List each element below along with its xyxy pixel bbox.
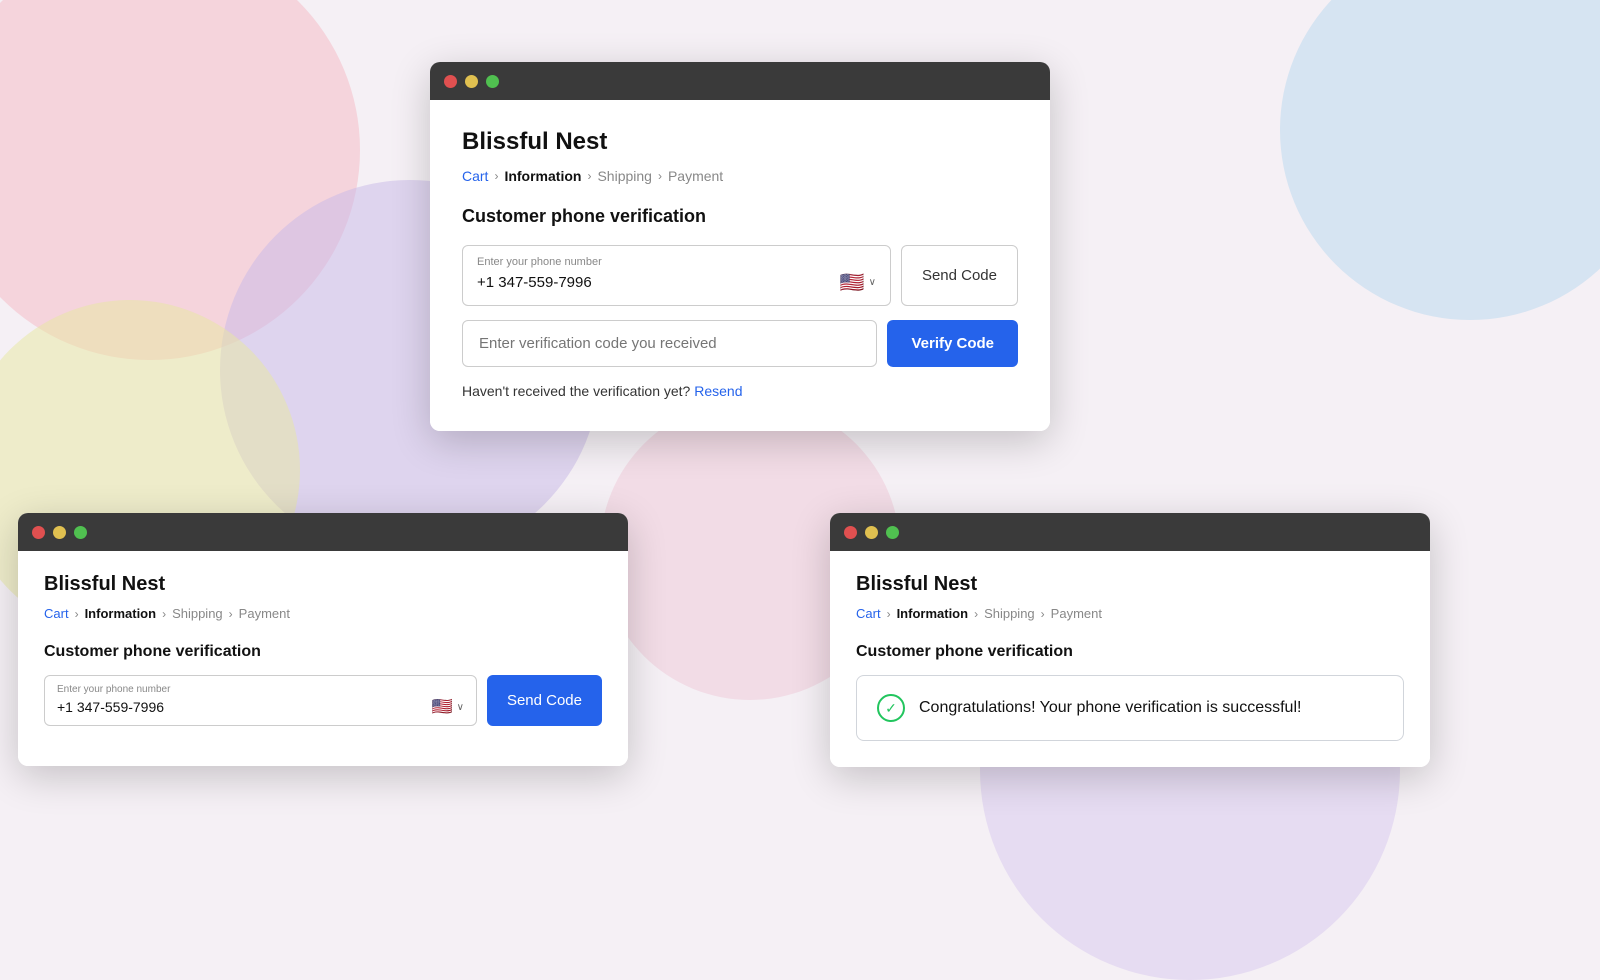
minimize-button-left[interactable] [53,526,66,539]
main-window: Blissful Nest Cart › Information › Shipp… [430,62,1050,431]
maximize-button-main[interactable] [486,75,499,88]
breadcrumb-right: Cart › Information › Shipping › Payment [856,606,1404,621]
phone-row-left: Enter your phone number +1 347-559-7996 … [44,675,602,726]
main-window-body: Blissful Nest Cart › Information › Shipp… [430,100,1050,431]
send-code-button-main[interactable]: Send Code [901,245,1018,306]
close-button-right[interactable] [844,526,857,539]
breadcrumb-left: Cart › Information › Shipping › Payment [44,606,602,621]
breadcrumb-sep-3: › [658,169,662,183]
success-message: Congratulations! Your phone verification… [919,699,1301,717]
maximize-button-right[interactable] [886,526,899,539]
breadcrumb-payment: Payment [668,168,723,184]
flag-icon-main: 🇺🇸 [840,270,865,295]
section-title-main: Customer phone verification [462,206,1018,227]
breadcrumb-left-cart[interactable]: Cart [44,606,69,621]
breadcrumb-information: Information [504,168,581,184]
flag-dropdown-main[interactable]: 🇺🇸 ∨ [840,270,876,295]
breadcrumb-sep-2: › [587,169,591,183]
phone-number: +1 347-559-7996 [477,274,592,291]
breadcrumb-right-cart[interactable]: Cart [856,606,881,621]
circle-pink [0,0,360,360]
breadcrumb-left-information: Information [85,606,157,621]
chevron-down-icon-main: ∨ [869,277,876,288]
phone-number-left: +1 347-559-7996 [57,699,164,715]
breadcrumb-cart[interactable]: Cart [462,168,488,184]
resend-line: Haven't received the verification yet? R… [462,383,1018,399]
phone-label-left: Enter your phone number [57,684,464,695]
success-box: ✓ Congratulations! Your phone verificati… [856,675,1404,741]
phone-row-main: Enter your phone number +1 347-559-7996 … [462,245,1018,306]
titlebar-main [430,62,1050,100]
app-title-main: Blissful Nest [462,128,1018,156]
section-title-left: Customer phone verification [44,643,602,661]
right-window: Blissful Nest Cart › Information › Shipp… [830,513,1430,767]
right-window-body: Blissful Nest Cart › Information › Shipp… [830,551,1430,767]
breadcrumb-left-sep1: › [75,607,79,621]
resend-link[interactable]: Resend [694,383,742,399]
breadcrumb-main: Cart › Information › Shipping › Payment [462,168,1018,184]
app-title-right: Blissful Nest [856,573,1404,596]
success-check-icon: ✓ [877,694,905,722]
verify-row-main: Verify Code [462,320,1018,367]
app-title-left: Blissful Nest [44,573,602,596]
send-code-button-left[interactable]: Send Code [487,675,602,726]
flag-dropdown-left[interactable]: 🇺🇸 ∨ [431,697,464,717]
chevron-down-icon-left: ∨ [457,702,464,713]
titlebar-left [18,513,628,551]
breadcrumb-sep-1: › [494,169,498,183]
verify-code-input[interactable] [462,320,877,367]
resend-text: Haven't received the verification yet? [462,383,690,399]
left-window: Blissful Nest Cart › Information › Shipp… [18,513,628,766]
verify-code-button[interactable]: Verify Code [887,320,1018,367]
phone-input-left[interactable]: Enter your phone number +1 347-559-7996 … [44,675,477,726]
minimize-button-right[interactable] [865,526,878,539]
breadcrumb-right-sep1: › [887,607,891,621]
maximize-button-left[interactable] [74,526,87,539]
breadcrumb-left-shipping: Shipping [172,606,223,621]
breadcrumb-right-sep3: › [1041,607,1045,621]
close-button-main[interactable] [444,75,457,88]
titlebar-right [830,513,1430,551]
breadcrumb-right-sep2: › [974,607,978,621]
left-window-body: Blissful Nest Cart › Information › Shipp… [18,551,628,766]
flag-icon-left: 🇺🇸 [431,697,452,717]
breadcrumb-left-sep3: › [229,607,233,621]
circle-light-blue [1280,0,1600,320]
breadcrumb-right-payment: Payment [1051,606,1102,621]
close-button-left[interactable] [32,526,45,539]
minimize-button-main[interactable] [465,75,478,88]
breadcrumb-right-shipping: Shipping [984,606,1035,621]
phone-input-main[interactable]: Enter your phone number +1 347-559-7996 … [462,245,891,306]
breadcrumb-right-information: Information [897,606,969,621]
phone-input-label: Enter your phone number [477,256,876,268]
breadcrumb-left-payment: Payment [239,606,290,621]
breadcrumb-left-sep2: › [162,607,166,621]
breadcrumb-shipping: Shipping [597,168,652,184]
section-title-right: Customer phone verification [856,643,1404,661]
